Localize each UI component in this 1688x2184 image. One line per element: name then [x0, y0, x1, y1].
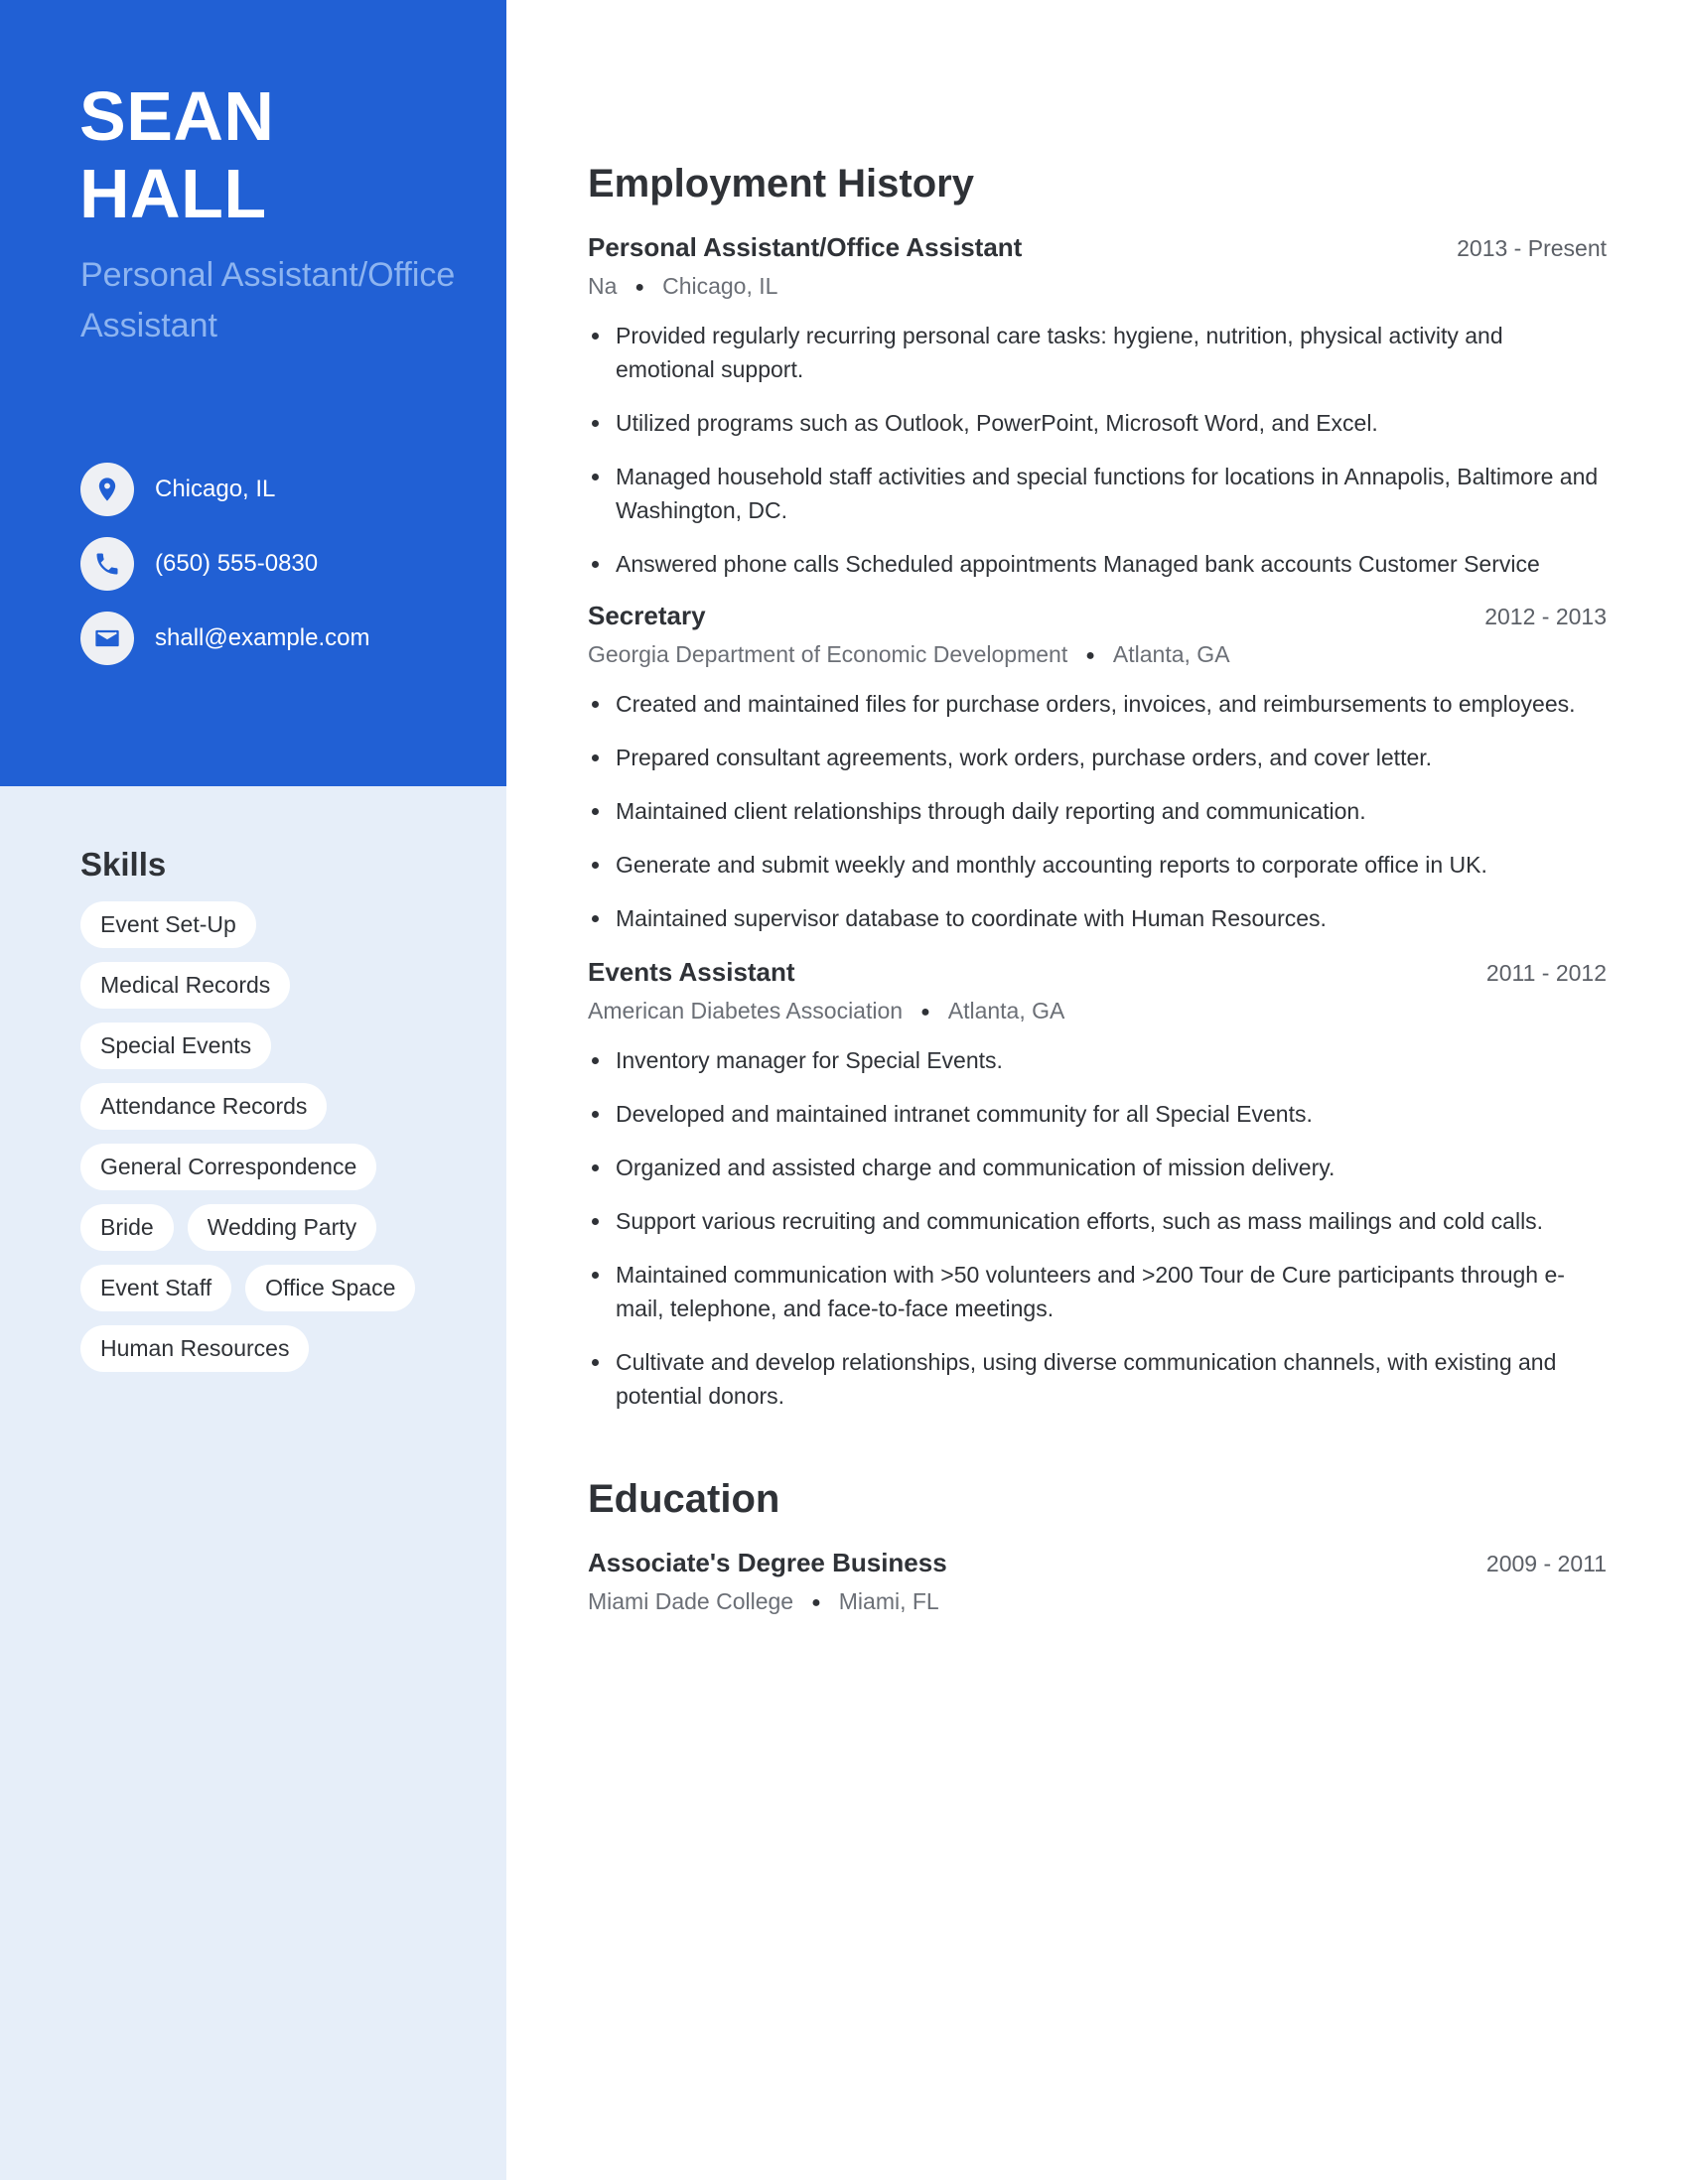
last-name: HALL [79, 155, 267, 232]
skill-tag: Special Events [80, 1023, 272, 1069]
job-location: Chicago, IL [662, 273, 778, 299]
education-dates: 2009 - 2011 [1485, 1551, 1607, 1576]
school-name: Miami Dade College [588, 1588, 794, 1614]
job-bullets: Created and maintained files for purchas… [588, 687, 1607, 935]
skills-heading: Skills [80, 846, 167, 883]
separator-dot: ● [634, 279, 645, 296]
contact-list: Chicago, IL (650) 555-0830 shall@example… [80, 463, 369, 686]
skill-tag: Human Resources [80, 1325, 310, 1372]
job-position: Events Assistant [588, 957, 795, 987]
job-dates: 2012 - 2013 [1484, 604, 1607, 629]
job-dates: 2011 - 2012 [1485, 960, 1607, 986]
skill-tag: Medical Records [80, 962, 291, 1009]
job-bullet: Created and maintained files for purchas… [588, 687, 1607, 721]
job-meta: Georgia Department of Economic Developme… [588, 637, 1607, 673]
job-meta: American Diabetes Association ● Atlanta, G… [588, 994, 1607, 1029]
skill-tag: Office Space [245, 1265, 416, 1311]
job-bullet: Utilized programs such as Outlook, Power… [588, 406, 1607, 440]
job-bullet: Support various recruiting and communica… [588, 1204, 1607, 1238]
phone-icon [80, 537, 134, 591]
location-pin-icon [80, 463, 134, 516]
job-position: Secretary [588, 601, 706, 630]
job-bullet: Inventory manager for Special Events. [588, 1043, 1607, 1077]
skill-tag: Event Staff [80, 1265, 232, 1311]
contact-phone-text: (650) 555-0830 [155, 550, 319, 577]
separator-dot: ● [1085, 647, 1095, 664]
employment-heading: Employment History [588, 162, 974, 205]
job-bullet: Maintained client relationships through … [588, 794, 1607, 828]
education-entry: Associate's Degree Business 2009 - 2011 … [588, 1546, 1607, 1620]
contact-email: shall@example.com [80, 612, 369, 665]
main-content: Employment History Personal Assistant/Of… [588, 159, 1607, 1620]
separator-dot: ● [811, 1594, 821, 1611]
job-dates: 2013 - Present [1457, 235, 1607, 261]
separator-dot: ● [920, 1004, 930, 1021]
job-employer: Georgia Department of Economic Developme… [588, 641, 1068, 667]
job-meta: Na ● Chicago, IL [588, 269, 1607, 305]
first-name: SEAN [79, 77, 275, 155]
job-bullets: Inventory manager for Special Events. De… [588, 1043, 1607, 1413]
skill-tag: Bride [80, 1204, 174, 1251]
education-heading: Education [588, 1477, 780, 1521]
contact-email-text: shall@example.com [155, 624, 370, 651]
school-location: Miami, FL [838, 1588, 939, 1614]
job-employer: American Diabetes Association [588, 998, 904, 1024]
job-bullet: Managed household staff activities and s… [588, 460, 1607, 527]
skill-tag: Wedding Party [187, 1204, 377, 1251]
job-bullet: Organized and assisted charge and commun… [588, 1151, 1607, 1184]
education-meta: Miami Dade College ● Miami, FL [588, 1584, 1607, 1620]
contact-location: Chicago, IL [80, 463, 369, 516]
contact-phone: (650) 555-0830 [80, 537, 369, 591]
degree-name: Associate's Degree Business [588, 1548, 947, 1577]
job-position: Personal Assistant/Office Assistant [588, 232, 1023, 262]
candidate-title: Personal Assistant/Office Assistant [80, 256, 456, 344]
skills-list: Event Set-Up Medical Records Special Eve… [80, 901, 458, 1372]
skill-tag: Attendance Records [80, 1083, 328, 1130]
job-entry: Personal Assistant/Office Assistant 2013… [588, 230, 1607, 581]
job-bullet: Cultivate and develop relationships, usi… [588, 1345, 1607, 1413]
job-location: Atlanta, GA [947, 998, 1065, 1024]
job-bullet: Maintained supervisor database to coordi… [588, 901, 1607, 935]
job-location: Atlanta, GA [1112, 641, 1230, 667]
job-bullets: Provided regularly recurring personal ca… [588, 319, 1607, 581]
job-bullet: Generate and submit weekly and monthly a… [588, 848, 1607, 882]
job-employer: Na [588, 273, 618, 299]
job-bullet: Provided regularly recurring personal ca… [588, 319, 1607, 386]
skill-tag: General Correspondence [80, 1144, 377, 1190]
contact-location-text: Chicago, IL [155, 476, 276, 502]
job-bullet: Prepared consultant agreements, work ord… [588, 741, 1607, 774]
job-entry: Secretary 2012 - 2013 Georgia Department… [588, 599, 1607, 935]
job-bullet: Developed and maintained intranet commun… [588, 1097, 1607, 1131]
skill-tag: Event Set-Up [80, 901, 256, 948]
candidate-name: SEAN HALL [79, 77, 274, 232]
job-bullet: Maintained communication with >50 volunt… [588, 1258, 1607, 1325]
job-entry: Events Assistant 2011 - 2012 American Di… [588, 955, 1607, 1413]
sidebar-header-panel: SEAN HALL Personal Assistant/Office Assi… [0, 0, 506, 786]
envelope-icon [80, 612, 134, 665]
job-bullet: Answered phone calls Scheduled appointme… [588, 547, 1607, 581]
